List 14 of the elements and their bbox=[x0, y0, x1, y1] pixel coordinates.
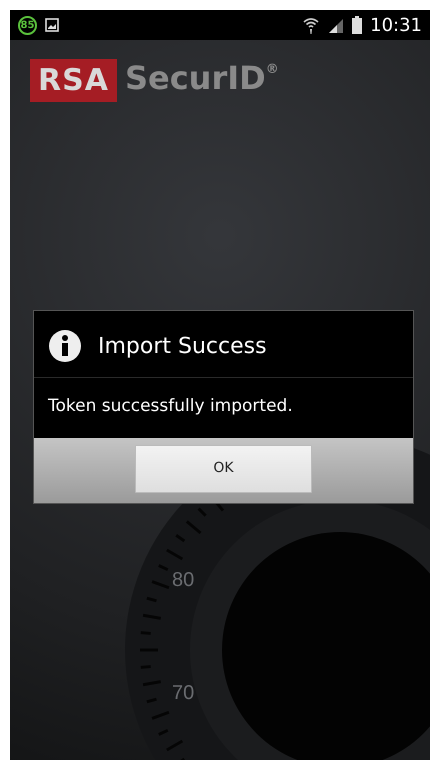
dial-number: 80 bbox=[172, 569, 194, 591]
logo-brand-text: RSA bbox=[30, 59, 117, 102]
notification-badge: 85 bbox=[18, 16, 37, 34]
battery-icon bbox=[352, 16, 362, 34]
image-icon bbox=[45, 18, 59, 32]
dialog-message: Token successfully imported. bbox=[47, 395, 294, 418]
signal-icon bbox=[328, 17, 344, 33]
dialog-title: Import Success bbox=[98, 332, 267, 360]
logo-product-text: SecurID$^{®}$ bbox=[124, 58, 279, 99]
wifi-icon bbox=[302, 16, 320, 34]
ok-button[interactable]: OK bbox=[135, 444, 312, 492]
dial-number: 70 bbox=[172, 682, 194, 704]
info-icon bbox=[48, 329, 82, 363]
clock-time: 10:31 bbox=[370, 14, 422, 38]
